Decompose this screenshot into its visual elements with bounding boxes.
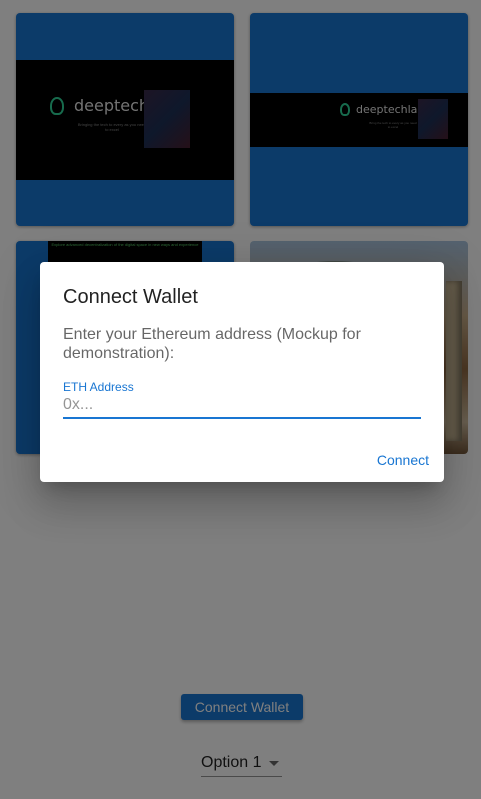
eth-address-input[interactable] xyxy=(63,393,421,419)
dialog-description: Enter your Ethereum address (Mockup for … xyxy=(63,326,361,362)
eth-address-label: ETH Address xyxy=(63,380,134,394)
connect-button[interactable]: Connect xyxy=(377,452,429,468)
connect-wallet-dialog: Connect Wallet Enter your Ethereum addre… xyxy=(40,262,444,482)
dialog-title: Connect Wallet xyxy=(63,286,198,308)
